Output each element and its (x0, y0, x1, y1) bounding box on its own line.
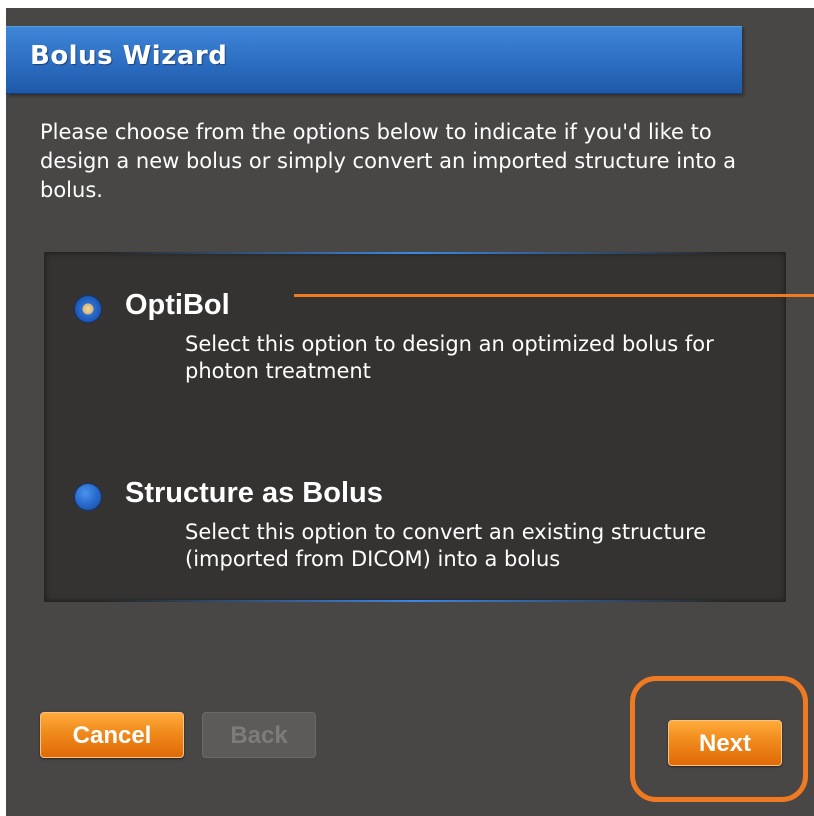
options-bottom-glow (105, 600, 725, 602)
option-structure-as-bolus-label[interactable]: Structure as Bolus (125, 477, 383, 510)
option-optibol-label[interactable]: OptiBol (125, 289, 230, 322)
options-top-glow (105, 252, 725, 254)
cancel-button[interactable]: Cancel (40, 712, 184, 758)
radio-unselected-icon[interactable] (75, 484, 101, 510)
back-button: Back (202, 712, 316, 758)
option-optibol-description: Select this option to design an optimize… (185, 332, 714, 383)
dialog-title: Bolus Wizard (30, 41, 228, 71)
title-bar: Bolus Wizard (6, 26, 742, 94)
option-structure-as-bolus-description: Select this option to convert an existin… (185, 520, 707, 571)
callout-line (294, 294, 814, 297)
options-group: OptiBol Select this option to design an … (44, 252, 786, 602)
next-button-highlight (630, 676, 808, 802)
intro-text: Please choose from the options below to … (40, 120, 737, 202)
radio-selected-icon[interactable] (75, 296, 101, 322)
